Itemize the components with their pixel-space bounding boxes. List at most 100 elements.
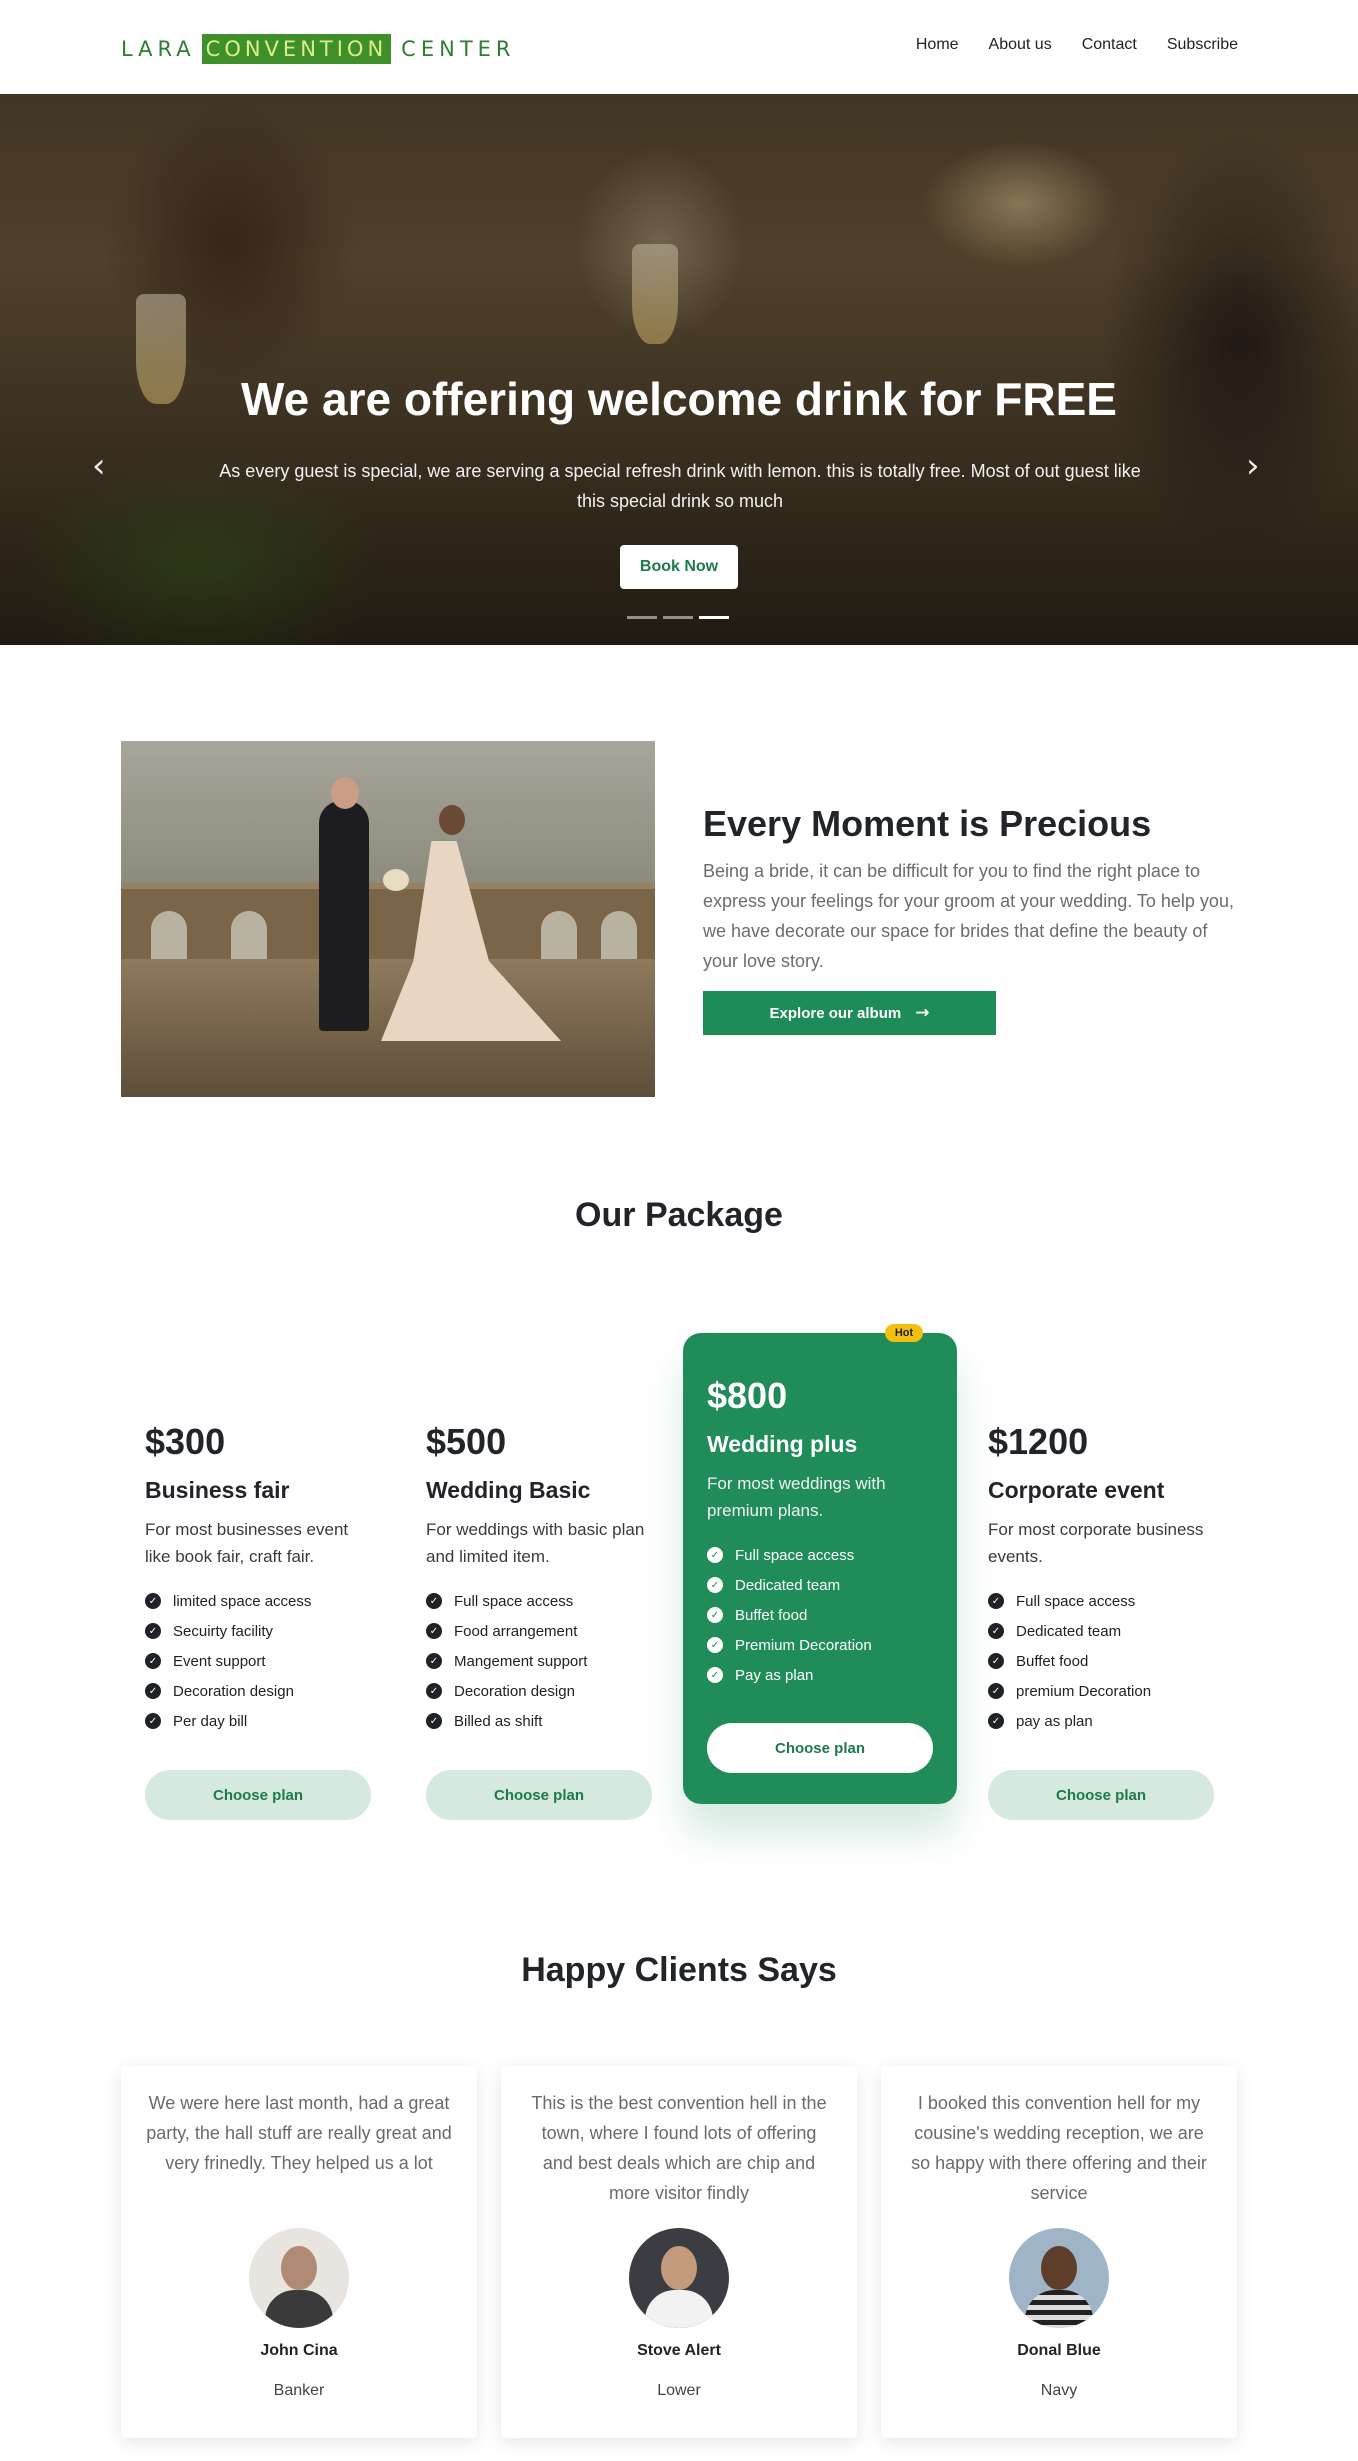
plan-feature-label: Food arrangement — [454, 1622, 578, 1640]
avatar — [629, 2228, 729, 2328]
packages-title: Our Package — [575, 1196, 783, 1234]
plan-feature-label: Per day bill — [173, 1712, 248, 1730]
testimonial-card: I booked this convention hell for my cou… — [881, 2066, 1237, 2438]
about-title: Every Moment is Precious — [703, 803, 1152, 844]
carousel-indicator[interactable] — [627, 616, 657, 619]
nav-link-subscribe[interactable]: Subscribe — [1167, 36, 1238, 54]
plan-feature: ✓ Per day bill — [145, 1706, 371, 1736]
testimonials-title: Happy Clients Says — [521, 1951, 837, 1989]
plan-feature-label: Buffet food — [735, 1606, 808, 1624]
plan-feature-label: pay as plan — [1016, 1712, 1093, 1730]
check-circle-icon: ✓ — [145, 1713, 161, 1729]
carousel-indicator[interactable] — [663, 616, 693, 619]
nav-link-about[interactable]: About us — [989, 36, 1052, 54]
avatar-detail — [645, 2290, 713, 2328]
plan-feature: ✓ Decoration design — [145, 1676, 371, 1706]
hot-badge: Hot — [885, 1324, 923, 1342]
plan-feature-label: Secuirty facility — [173, 1622, 274, 1640]
plan-feature: ✓ Mangement support — [426, 1646, 652, 1676]
plan-feature-label: premium Decoration — [1016, 1682, 1152, 1700]
plan-name: Corporate event — [988, 1477, 1165, 1503]
hero-carousel: ‹ › We are offering welcome drink for FR… — [0, 94, 1358, 645]
testimonial-card: We were here last month, had a great par… — [121, 2066, 477, 2438]
testimonial-quote: This is the best convention hell in the … — [531, 2093, 827, 2203]
arrow-right-icon: → — [915, 1003, 930, 1023]
check-circle-icon: ✓ — [707, 1607, 723, 1623]
plan-features: ✓ limited space access ✓ Secuirty facility… — [145, 1586, 371, 1736]
plan-feature: ✓ Buffet food — [988, 1646, 1214, 1676]
check-circle-icon: ✓ — [145, 1593, 161, 1609]
logo[interactable]: LARA CONVENTION CENTER — [121, 34, 516, 64]
plan-feature-label: Billed as shift — [454, 1712, 543, 1730]
navbar: LARA CONVENTION CENTER Home About us Con… — [0, 0, 1358, 94]
check-circle-icon: ✓ — [988, 1623, 1004, 1639]
choose-plan-button[interactable]: Choose plan — [988, 1770, 1214, 1820]
plan-feature-label: Full space access — [454, 1592, 574, 1610]
plan-feature: ✓ Food arrangement — [426, 1616, 652, 1646]
logo-text-middle: CONVENTION — [201, 34, 392, 64]
plan-feature-label: Event support — [173, 1652, 266, 1670]
nav-link-contact[interactable]: Contact — [1082, 36, 1137, 54]
plan-feature-label: Dedicated team — [735, 1576, 841, 1594]
check-circle-icon: ✓ — [707, 1577, 723, 1593]
plan-feature: ✓ Pay as plan — [707, 1660, 933, 1690]
testimonial-quote: I booked this convention hell for my cou… — [911, 2093, 1207, 2203]
plan-feature-label: Full space access — [1016, 1592, 1136, 1610]
client-role: Banker — [273, 2382, 325, 2399]
client-name: Donal Blue — [1017, 2342, 1101, 2359]
image-detail — [439, 805, 465, 835]
testimonial-card: This is the best convention hell in the … — [501, 2066, 857, 2438]
image-detail — [231, 911, 267, 959]
plan-feature-label: limited space access — [173, 1592, 312, 1610]
plan-description: For most businesses event like book fair… — [145, 1520, 349, 1566]
chevron-left-icon[interactable]: ‹ — [92, 446, 106, 486]
plan-card-corporate-event: $1200 Corporate event For most corporate… — [988, 1421, 1214, 1821]
plan-feature: ✓ Dedicated team — [988, 1616, 1214, 1646]
plan-feature-label: Mangement support — [454, 1652, 588, 1670]
plan-feature-label: Dedicated team — [1016, 1622, 1122, 1640]
plan-card-wedding-plus: $800 Wedding plus For most weddings with… — [683, 1333, 957, 1804]
avatar-detail — [281, 2246, 317, 2290]
nav-link-home[interactable]: Home — [916, 36, 959, 54]
explore-album-label: Explore our album — [769, 1004, 902, 1022]
plan-feature-label: Premium Decoration — [735, 1636, 872, 1654]
check-circle-icon: ✓ — [707, 1547, 723, 1563]
book-now-button[interactable]: Book Now — [620, 545, 738, 589]
plan-name: Wedding Basic — [426, 1477, 591, 1503]
check-circle-icon: ✓ — [707, 1637, 723, 1653]
plan-price: $1200 — [988, 1421, 1089, 1462]
plan-feature: ✓ limited space access — [145, 1586, 371, 1616]
check-circle-icon: ✓ — [988, 1713, 1004, 1729]
client-name: Stove Alert — [637, 2342, 721, 2359]
plan-features: ✓ Full space access ✓ Dedicated team ✓ Buff… — [988, 1586, 1214, 1736]
check-circle-icon: ✓ — [426, 1593, 442, 1609]
check-circle-icon: ✓ — [145, 1623, 161, 1639]
choose-plan-button[interactable]: Choose plan — [707, 1723, 933, 1773]
plan-description: For most weddings with premium plans. — [707, 1474, 886, 1520]
choose-plan-button[interactable]: Choose plan — [145, 1770, 371, 1820]
choose-plan-button[interactable]: Choose plan — [426, 1770, 652, 1820]
plan-feature: ✓ Premium Decoration — [707, 1630, 933, 1660]
client-role: Lower — [657, 2382, 701, 2399]
plan-feature: ✓ Full space access — [426, 1586, 652, 1616]
about-text: Being a bride, it can be difficult for y… — [703, 861, 1234, 971]
plan-card-business-fair: $300 Business fair For most businesses e… — [145, 1421, 371, 1821]
hero-subtitle: As every guest is special, we are servin… — [219, 461, 1141, 511]
plan-feature: ✓ Decoration design — [426, 1676, 652, 1706]
check-circle-icon: ✓ — [988, 1683, 1004, 1699]
plan-card-wedding-basic: $500 Wedding Basic For weddings with bas… — [426, 1421, 652, 1821]
plan-feature: ✓ Full space access — [707, 1540, 933, 1570]
explore-album-button[interactable]: Explore our album → — [703, 991, 996, 1035]
plan-description: For weddings with basic plan and limited… — [426, 1520, 645, 1566]
carousel-indicator-active[interactable] — [699, 616, 729, 619]
plan-feature-label: Decoration design — [454, 1682, 575, 1700]
plan-name: Business fair — [145, 1477, 290, 1503]
chevron-right-icon[interactable]: › — [1246, 446, 1260, 486]
hero-title: We are offering welcome drink for FREE — [241, 373, 1117, 425]
avatar-detail — [265, 2290, 333, 2328]
check-circle-icon: ✓ — [988, 1593, 1004, 1609]
logo-text-right: CENTER — [401, 37, 516, 61]
plan-feature: ✓ premium Decoration — [988, 1676, 1214, 1706]
carousel-indicators — [627, 616, 729, 619]
check-circle-icon: ✓ — [426, 1683, 442, 1699]
